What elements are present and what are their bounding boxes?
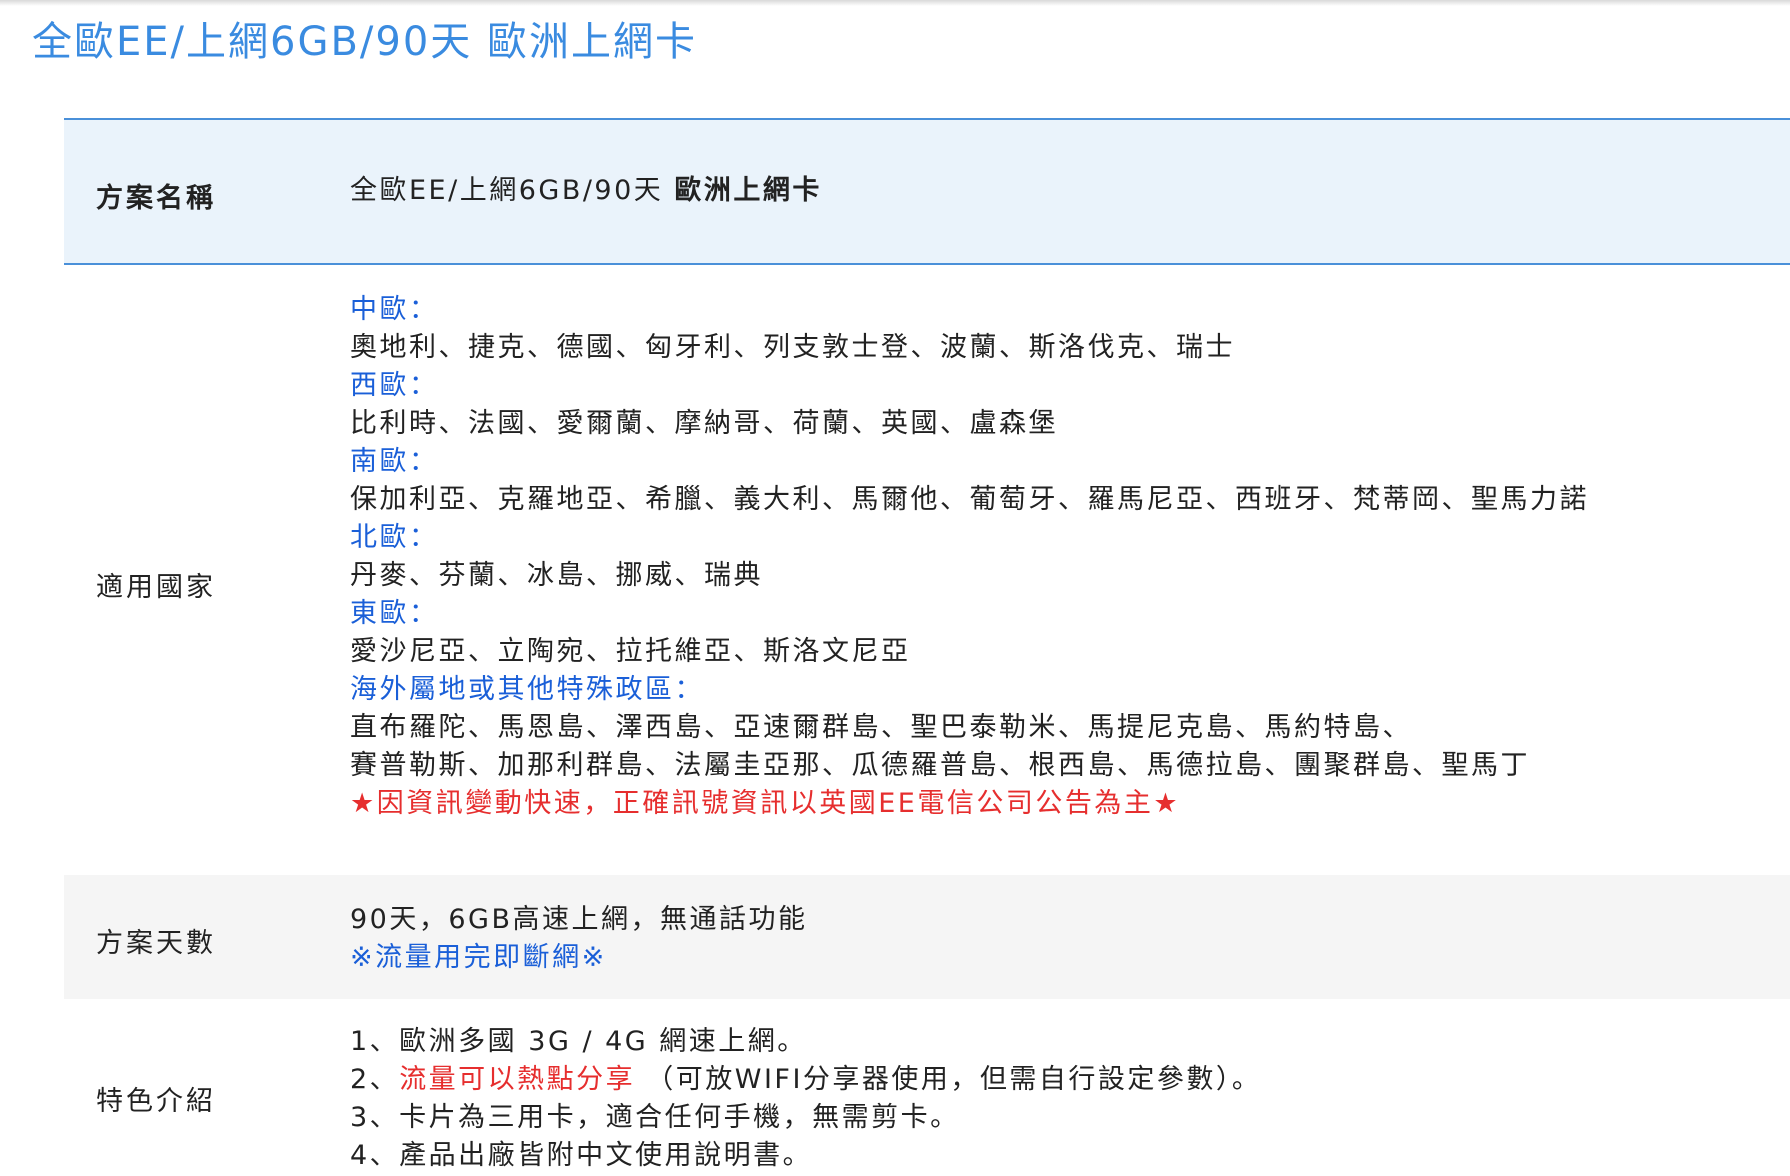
feature-item-2-highlight: 流量可以熱點分享 [399,1064,636,1095]
page-title: 全歐EE/上網6GB/90天 歐洲上網卡 [32,19,697,65]
feature-item-1: 1、歐洲多國 3G / 4G 網速上網。 [350,1026,807,1057]
overseas-heading: 海外屬地或其他特殊政區： [350,674,704,705]
northern-europe-list: 丹麥、芬蘭、冰島、挪威、瑞典 [350,560,763,591]
western-europe-list: 比利時、法國、愛爾蘭、摩納哥、荷蘭、英國、盧森堡 [350,408,1058,439]
days-label: 方案天數 [96,928,216,959]
plan-name-text: 全歐EE/上網6GB/90天 [350,175,664,206]
overseas-list-1: 直布羅陀、馬恩島、澤西島、亞速爾群島、聖巴泰勒米、馬提尼克島、馬約特島、 [350,712,1412,743]
eastern-europe-heading: 東歐： [350,598,439,629]
days-line-2: ※流量用完即斷網※ [350,942,607,973]
feature-item-2-prefix: 2、 [350,1064,400,1095]
central-europe-heading: 中歐： [350,294,439,325]
days-line-1: 90天，6GB高速上網，無通話功能 [350,904,808,935]
plan-name-bold: 歐洲上網卡 [674,175,822,206]
feature-item-2-suffix: （可放WIFI分享器使用，但需自行設定參數）。 [635,1064,1262,1095]
southern-europe-list: 保加利亞、克羅地亞、希臘、義大利、馬爾他、葡萄牙、羅馬尼亞、西班牙、梵蒂岡、聖馬… [350,484,1589,515]
northern-europe-heading: 北歐： [350,522,439,553]
feature-item-3: 3、卡片為三用卡，適合任何手機，無需剪卡。 [350,1102,960,1133]
feature-item-2: 2、流量可以熱點分享 （可放WIFI分享器使用，但需自行設定參數）。 [350,1061,1261,1099]
countries-label: 適用國家 [96,572,216,603]
western-europe-heading: 西歐： [350,370,439,401]
eastern-europe-list: 愛沙尼亞、立陶宛、拉托維亞、斯洛文尼亞 [350,636,911,667]
plan-name-label: 方案名稱 [96,183,216,214]
features-label: 特色介紹 [96,1086,216,1117]
countries-value: 中歐： 奧地利、捷克、德國、匈牙利、列支敦士登、波蘭、斯洛伐克、瑞士 西歐： 比… [350,291,1589,823]
top-shadow-bar [0,0,1790,6]
row-countries: 適用國家 中歐： 奧地利、捷克、德國、匈牙利、列支敦士登、波蘭、斯洛伐克、瑞士 … [64,265,1790,875]
feature-item-4: 4、產品出廠皆附中文使用說明書。 [350,1140,813,1171]
central-europe-list: 奧地利、捷克、德國、匈牙利、列支敦士登、波蘭、斯洛伐克、瑞士 [350,332,1235,363]
row-plan-name: 方案名稱 全歐EE/上網6GB/90天 歐洲上網卡 [64,118,1790,265]
row-features: 特色介紹 1、歐洲多國 3G / 4G 網速上網。 2、流量可以熱點分享 （可放… [64,999,1790,1176]
days-value: 90天，6GB高速上網，無通話功能 ※流量用完即斷網※ [350,901,807,977]
overseas-list-2: 賽普勒斯、加那利群島、法屬圭亞那、瓜德羅普島、根西島、馬德拉島、團聚群島、聖馬丁 [350,750,1530,781]
spec-table: 方案名稱 全歐EE/上網6GB/90天 歐洲上網卡 適用國家 中歐： 奧地利、捷… [64,118,1790,1176]
notice-text: ★因資訊變動快速，正確訊號資訊以英國EE電信公司公告為主★ [350,788,1181,819]
page: 全歐EE/上網6GB/90天 歐洲上網卡 方案名稱 全歐EE/上網6GB/90天… [0,0,1790,1176]
southern-europe-heading: 南歐： [350,446,439,477]
features-value: 1、歐洲多國 3G / 4G 網速上網。 2、流量可以熱點分享 （可放WIFI分… [350,1023,1261,1175]
row-days: 方案天數 90天，6GB高速上網，無通話功能 ※流量用完即斷網※ [64,875,1790,999]
plan-name-value: 全歐EE/上網6GB/90天 歐洲上網卡 [350,172,822,210]
